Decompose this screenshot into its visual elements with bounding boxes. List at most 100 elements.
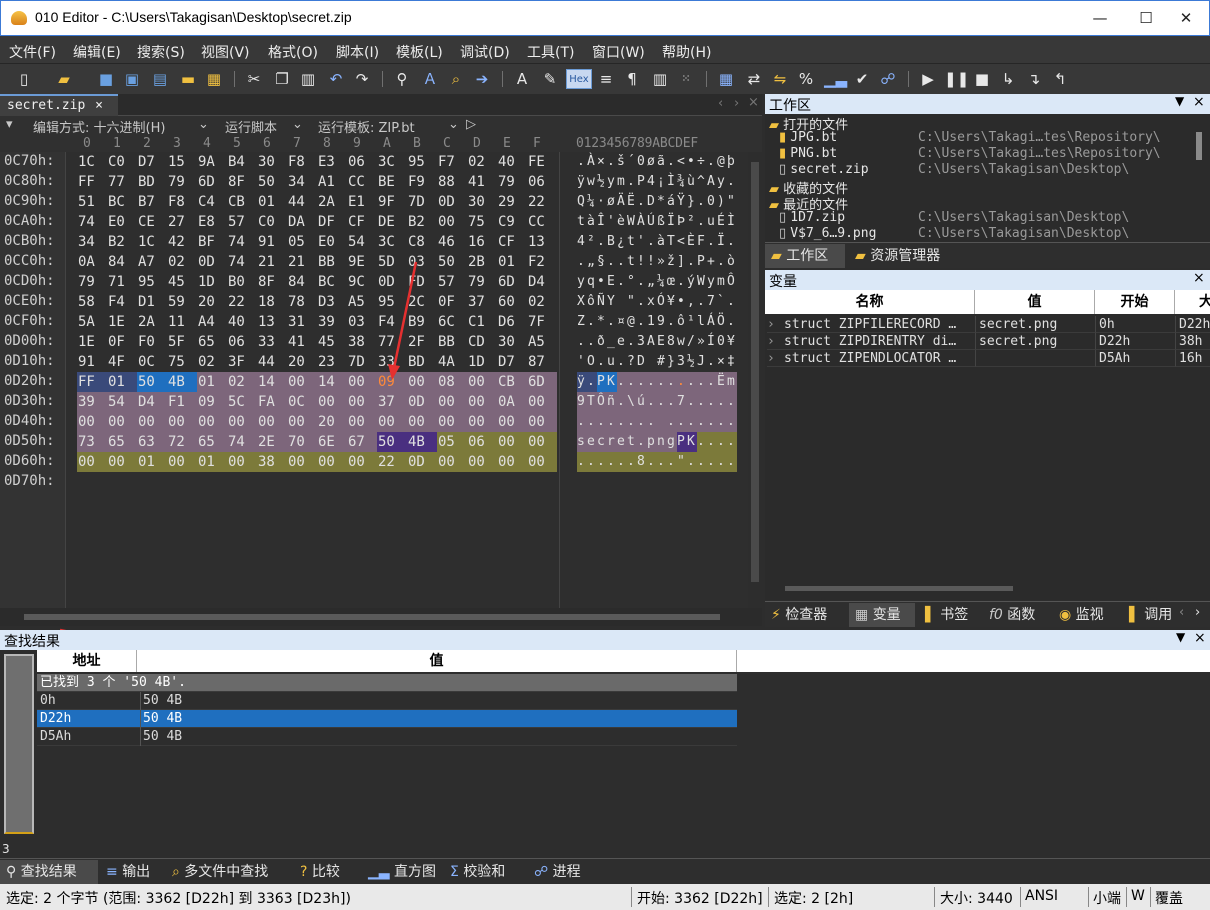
- tab-watch[interactable]: ◉ 监视: [1053, 603, 1104, 627]
- status-mode[interactable]: 覆盖: [1155, 888, 1183, 908]
- variable-size[interactable]: 16h: [1175, 350, 1210, 367]
- find-result-row[interactable]: D5Ah 50 4B: [37, 728, 737, 746]
- close-panel-icon[interactable]: ×: [1193, 94, 1205, 110]
- find-summary-row: 已找到 3 个 '50 4B'.: [37, 674, 737, 692]
- tab-variables[interactable]: ▦ 变量: [849, 603, 915, 627]
- column-header-value[interactable]: 值: [137, 650, 737, 672]
- variable-name[interactable]: struct ZIPFILERECORD …: [781, 316, 975, 333]
- status-encoding[interactable]: ANSI: [1025, 888, 1058, 904]
- eye-icon: ◉: [1059, 607, 1072, 623]
- variable-value[interactable]: [975, 350, 1095, 367]
- workspace-item[interactable]: ▯ 1D7.zip: [779, 210, 845, 226]
- variable-size[interactable]: 38h: [1175, 333, 1210, 350]
- output-icon: ≡: [106, 864, 118, 880]
- workspace-group-favorites[interactable]: ▰ 收藏的文件: [769, 178, 848, 197]
- expand-chevron-icon[interactable]: ›: [767, 316, 781, 333]
- workspace-scrollbar[interactable]: [1190, 114, 1210, 242]
- file-icon: ▯: [779, 226, 787, 241]
- workspace-item[interactable]: ▮ PNG.bt: [779, 146, 837, 162]
- folder-icon: ▰: [769, 118, 779, 133]
- file-icon: ▯: [779, 210, 787, 225]
- lightning-icon: ⚡: [771, 607, 781, 623]
- process-icon: ☍: [534, 864, 549, 880]
- workspace-item-path: C:\Users\Takagi…tes\Repository\: [918, 130, 1161, 145]
- variables-table: 名称 值 开始 大 › struct ZIPFILERECORD … secret.…: [765, 290, 1210, 600]
- result-address: D5Ah: [40, 729, 72, 744]
- search-icon: ⚲: [6, 864, 17, 880]
- result-address: D22h: [40, 711, 72, 726]
- column-header-start[interactable]: 开始: [1095, 290, 1175, 314]
- bookmark-icon: ▌: [925, 607, 936, 623]
- workspace-panel-header: 工作区 ▼ ×: [765, 94, 1210, 114]
- tab-processes[interactable]: ☍ 进程: [528, 860, 581, 884]
- column-header-filler: [737, 650, 1210, 672]
- tab-checksum[interactable]: Σ 校验和: [444, 860, 505, 884]
- workspace-tabs: ▰ 工作区 ▰ 资源管理器: [765, 242, 1210, 268]
- result-address: 0h: [40, 693, 56, 708]
- variables-panel-header: 变量 ×: [765, 270, 1210, 290]
- question-icon: ?: [300, 864, 308, 880]
- find-result-row[interactable]: 0h 50 4B: [37, 692, 737, 710]
- variables-icon: ▦: [855, 607, 869, 623]
- variable-value[interactable]: secret.png: [975, 316, 1095, 333]
- workspace-item-path: C:\Users\Takagisan\Desktop\: [918, 226, 1130, 241]
- tab-explorer[interactable]: ▰ 资源管理器: [849, 244, 969, 268]
- workspace-group-recent[interactable]: ▰ 最近的文件: [769, 194, 848, 213]
- tab-histogram[interactable]: ▁▃ 直方图: [362, 860, 436, 884]
- tab-inspector[interactable]: ⚡ 检查器: [765, 603, 827, 627]
- tab-find-in-files[interactable]: ⌕ 多文件中查找: [166, 860, 268, 884]
- status-w[interactable]: W: [1131, 888, 1145, 904]
- panel-menu-icon[interactable]: ▼: [1176, 630, 1185, 644]
- workspace-title: 工作区: [769, 98, 811, 114]
- variable-start[interactable]: 0h: [1095, 316, 1175, 333]
- tab-call-stack[interactable]: ▌ 调用: [1123, 603, 1172, 627]
- tab-compare[interactable]: ? 比较: [294, 860, 340, 884]
- close-panel-icon[interactable]: ×: [1193, 270, 1205, 286]
- status-bar: 选定: 2 个字节 (范围: 3362 [D22h] 到 3363 [D23h]…: [0, 884, 1210, 910]
- tab-workspace[interactable]: ▰ 工作区: [765, 244, 845, 268]
- variable-name[interactable]: struct ZIPDIRENTRY di…: [781, 333, 975, 350]
- expand-chevron-icon[interactable]: ›: [767, 333, 781, 350]
- column-header-size[interactable]: 大: [1175, 290, 1210, 314]
- workspace-group-open-files[interactable]: ▰ 打开的文件: [769, 114, 848, 133]
- variables-title: 变量: [769, 274, 797, 290]
- tab-scroll-left-icon[interactable]: ‹: [1179, 605, 1184, 620]
- status-selected: 选定: 2 [2h]: [774, 891, 854, 907]
- output-tabs: ⚲ 查找结果 ≡ 输出 ⌕ 多文件中查找 ? 比较 ▁▃ 直方图 Σ 校验和 ☍…: [0, 858, 1210, 884]
- tab-bookmarks[interactable]: ▌ 书签: [919, 603, 968, 627]
- template-file-icon: ▮: [779, 130, 787, 145]
- folder-icon: ▰: [855, 248, 866, 264]
- status-selection: 选定: 2 个字节 (范围: 3362 [D22h] 到 3363 [D23h]…: [6, 891, 351, 907]
- status-size: 大小: 3440: [940, 891, 1013, 907]
- find-result-row[interactable]: D22h 50 4B: [37, 710, 737, 728]
- panel-menu-icon[interactable]: ▼: [1175, 94, 1184, 108]
- find-results-panel: 3 地址 值 已找到 3 个 '50 4B'. 0h 50 4B D22h 50 4B…: [0, 650, 1210, 858]
- variable-value[interactable]: secret.png: [975, 333, 1095, 350]
- expand-chevron-icon[interactable]: ›: [767, 350, 781, 367]
- variable-start[interactable]: D22h: [1095, 333, 1175, 350]
- column-header-name[interactable]: 名称: [765, 290, 975, 314]
- column-header-address[interactable]: 地址: [37, 650, 137, 672]
- tab-functions[interactable]: f0 函数: [983, 603, 1035, 627]
- close-panel-icon[interactable]: ×: [1194, 630, 1206, 646]
- variable-name[interactable]: struct ZIPENDLOCATOR …: [781, 350, 975, 367]
- variable-size[interactable]: D22h: [1175, 316, 1210, 333]
- tab-find-results[interactable]: ⚲ 查找结果: [0, 860, 98, 884]
- tab-scroll-right-icon[interactable]: ›: [1195, 605, 1200, 620]
- function-icon: f0: [989, 607, 1003, 623]
- status-endian[interactable]: 小端: [1093, 888, 1121, 908]
- find-results-header: 查找结果 ▼ ×: [0, 630, 1210, 650]
- tab-output[interactable]: ≡ 输出: [100, 860, 150, 884]
- workspace-item-path: C:\Users\Takagisan\Desktop\: [918, 210, 1130, 225]
- scrollbar-thumb[interactable]: [1196, 132, 1202, 160]
- variable-start[interactable]: D5Ah: [1095, 350, 1175, 367]
- workspace-item-path: C:\Users\Takagisan\Desktop\: [918, 162, 1130, 177]
- variables-hscroll-thumb[interactable]: [785, 586, 1013, 591]
- find-results-side-bar[interactable]: [4, 654, 34, 834]
- workspace-item[interactable]: ▯ V$7_6…9.png: [779, 226, 876, 242]
- workspace-item[interactable]: ▮ JPG.bt: [779, 130, 837, 146]
- workspace-item[interactable]: ▯ secret.zip: [779, 162, 869, 178]
- workspace-list: ▰ 打开的文件 ▮ JPG.bt C:\Users\Takagi…tes\Rep…: [765, 114, 1190, 242]
- column-header-value[interactable]: 值: [975, 290, 1095, 314]
- checksum-icon: Σ: [450, 864, 459, 880]
